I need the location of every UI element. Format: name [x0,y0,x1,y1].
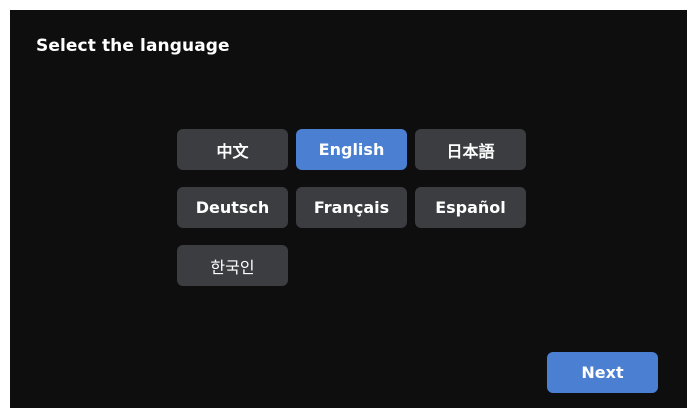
language-option-korean[interactable]: 한국인 [177,245,288,286]
language-option-german[interactable]: Deutsch [177,187,288,228]
next-button[interactable]: Next [547,352,658,393]
language-option-french[interactable]: Français [296,187,407,228]
language-options-grid: 中文 English 日本語 Deutsch Français Español … [177,129,526,286]
language-option-chinese[interactable]: 中文 [177,129,288,170]
language-option-english[interactable]: English [296,129,407,170]
page-title: Select the language [36,36,230,56]
language-option-japanese[interactable]: 日本語 [415,129,526,170]
language-selection-screen: Select the language 中文 English 日本語 Deuts… [10,10,687,408]
language-option-spanish[interactable]: Español [415,187,526,228]
